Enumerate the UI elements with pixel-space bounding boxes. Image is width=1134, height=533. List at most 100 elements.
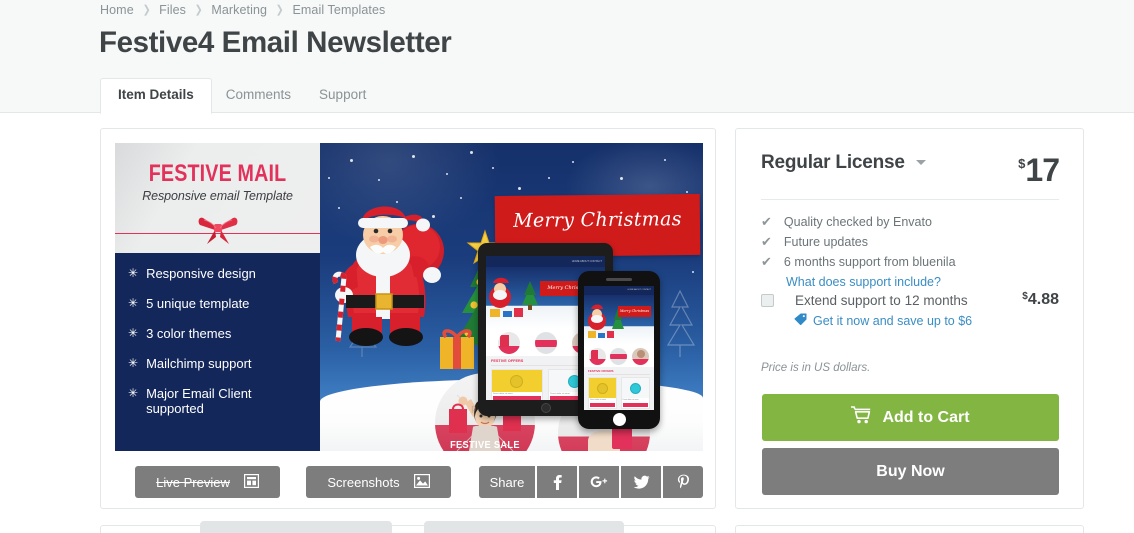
license-name[interactable]: Regular License [761, 152, 905, 174]
chevron-down-icon[interactable] [916, 160, 927, 165]
item-page: Home ❯ Files ❯ Marketing ❯ Email Templat… [0, 0, 1134, 533]
phone-home-button [612, 413, 626, 426]
phone-screen: FESTIVE MAIL HOME ABOUT CONTACT [584, 286, 654, 410]
tab-support[interactable]: Support [305, 78, 380, 113]
below-fold-card-right [735, 525, 1084, 533]
breadcrumb-item-home[interactable]: Home [100, 3, 134, 17]
pinterest-icon[interactable] [663, 466, 703, 498]
check-icon: ✔ [761, 214, 772, 229]
promo-feature-label: 3 color themes [146, 326, 232, 341]
promo-feature-list: ✳ Responsive design ✳ 5 unique template … [115, 253, 320, 451]
promo-feature-label: Mailchimp support [146, 356, 252, 371]
mini-nav-label: HOME ABOUT CONTACT [571, 260, 602, 263]
share-label: Share [479, 466, 535, 498]
festive-sale-label: FESTIVE SALE [450, 440, 520, 451]
buy-now-label: Buy Now [876, 462, 945, 480]
screenshots-label: Screenshots [327, 474, 400, 490]
mini-merry-label: Merry Christmas [618, 306, 651, 317]
ribbon-bow-icon [197, 211, 239, 247]
extend-support-row: Extend support to 12 months $4.88 [761, 291, 1059, 313]
promo-feature-item: ✳ 3 color themes [128, 326, 320, 341]
mini-nav-label: HOME ABOUT CONTACT [627, 289, 651, 291]
license-feature: ✔ 6 months support from bluenila [761, 252, 1059, 272]
tab-item-details[interactable]: Item Details [100, 78, 212, 114]
promo-brand-title: FESTIVE MAIL [148, 160, 287, 187]
item-preview-card: FESTIVE MAIL Responsive email Template ✳… [100, 128, 716, 509]
screenshots-button[interactable]: Screenshots [306, 466, 451, 498]
snowflake-icon: ✳ [128, 296, 139, 310]
save-promo-link[interactable]: Get it now and save up to $6 [794, 313, 972, 328]
snowflake-icon: ✳ [128, 326, 139, 340]
mini-circle [497, 331, 520, 354]
mini-circle [534, 331, 557, 354]
add-to-cart-label: Add to Cart [882, 408, 970, 426]
license-feature-label: 6 months support from bluenila [783, 255, 956, 269]
promo-feature-item: ✳ 5 unique template [128, 296, 320, 311]
promo-header: FESTIVE MAIL Responsive email Template [115, 143, 320, 253]
license-feature-label: Quality checked by Envato [783, 215, 932, 229]
twitter-icon[interactable] [621, 466, 661, 498]
layout-icon [243, 473, 260, 491]
divider [761, 199, 1059, 200]
support-include-link[interactable]: What does support include? [786, 272, 1059, 292]
license-price: $17 [1018, 146, 1060, 188]
tab-bar: Item Details Comments Support [100, 78, 380, 114]
promo-feature-item: ✳ Mailchimp support [128, 356, 320, 371]
price-amount: 4.88 [1027, 291, 1059, 308]
live-preview-button[interactable]: Live Preview [135, 466, 280, 498]
live-preview-label: Live Preview [156, 474, 230, 490]
extend-support-checkbox[interactable] [761, 294, 774, 307]
snowflake-icon: ✳ [128, 266, 139, 280]
currency-note: Price is in US dollars. [761, 362, 871, 374]
breadcrumb-item-email-templates[interactable]: Email Templates [292, 3, 385, 17]
breadcrumb: Home ❯ Files ❯ Marketing ❯ Email Templat… [100, 0, 385, 20]
mini-circle [589, 347, 607, 365]
phone-mockup: FESTIVE MAIL HOME ABOUT CONTACT [578, 271, 660, 429]
phone-speaker [606, 278, 632, 281]
facebook-icon[interactable] [537, 466, 577, 498]
mini-offers-title: FESTIVE OFFERS [588, 369, 650, 375]
license-feature-list: ✔ Quality checked by Envato ✔ Future upd… [761, 212, 1059, 292]
license-row: Regular License $17 [761, 152, 1060, 194]
breadcrumb-item-marketing[interactable]: Marketing [211, 3, 267, 17]
check-icon: ✔ [761, 254, 772, 269]
item-preview-image[interactable]: FESTIVE MAIL Responsive email Template ✳… [115, 143, 703, 451]
santa-claus-icon [332, 206, 444, 346]
license-feature: ✔ Quality checked by Envato [761, 212, 1059, 232]
snowflake-icon: ✳ [128, 386, 139, 400]
image-icon [413, 473, 430, 491]
tab-comments[interactable]: Comments [212, 78, 305, 113]
extend-support-label: Extend support to 12 months [795, 293, 968, 308]
mini-product-card: Direct dolor sit amet [491, 369, 543, 400]
below-fold-placeholder-bar [200, 521, 392, 533]
below-fold-placeholder-bar [424, 521, 624, 533]
promo-feature-label: 5 unique template [146, 296, 250, 311]
share-group: Share [479, 466, 703, 498]
promo-panel: FESTIVE MAIL Responsive email Template ✳… [115, 143, 320, 451]
mini-product-caption: Direct dolor sit amet [493, 393, 513, 395]
price-amount: 17 [1025, 152, 1060, 188]
breadcrumb-separator-icon: ❯ [275, 3, 284, 16]
mini-circle [610, 347, 628, 365]
page-title: Festive4 Email Newsletter [99, 26, 452, 59]
promo-feature-item: ✳ Responsive design [128, 266, 320, 281]
add-to-cart-button[interactable]: Add to Cart [762, 394, 1059, 441]
promo-feature-label: Major Email Client supported [146, 386, 252, 416]
license-feature-label: Future updates [783, 235, 868, 249]
merry-christmas-label: Merry Christmas [513, 208, 682, 232]
mini-product-caption: Direct dolor sit amet [622, 399, 639, 401]
google-plus-icon[interactable] [579, 466, 619, 498]
check-icon: ✔ [761, 234, 772, 249]
cart-icon [851, 406, 871, 429]
preview-actions: Live Preview Screenshots Share [115, 466, 703, 498]
breadcrumb-item-files[interactable]: Files [159, 3, 186, 17]
mini-product-card: Direct dolor sit amet [620, 377, 650, 409]
promo-feature-label: Responsive design [146, 266, 256, 281]
promo-brand-subtitle: Responsive email Template [142, 189, 293, 203]
buy-now-button[interactable]: Buy Now [762, 448, 1059, 495]
breadcrumb-separator-icon: ❯ [142, 3, 151, 16]
extend-support-price: $4.88 [1022, 291, 1059, 309]
currency-symbol: $ [1018, 156, 1025, 171]
save-promo-label: Get it now and save up to $6 [813, 313, 973, 328]
mini-product-caption: Direct dolor sit amet [590, 399, 606, 401]
